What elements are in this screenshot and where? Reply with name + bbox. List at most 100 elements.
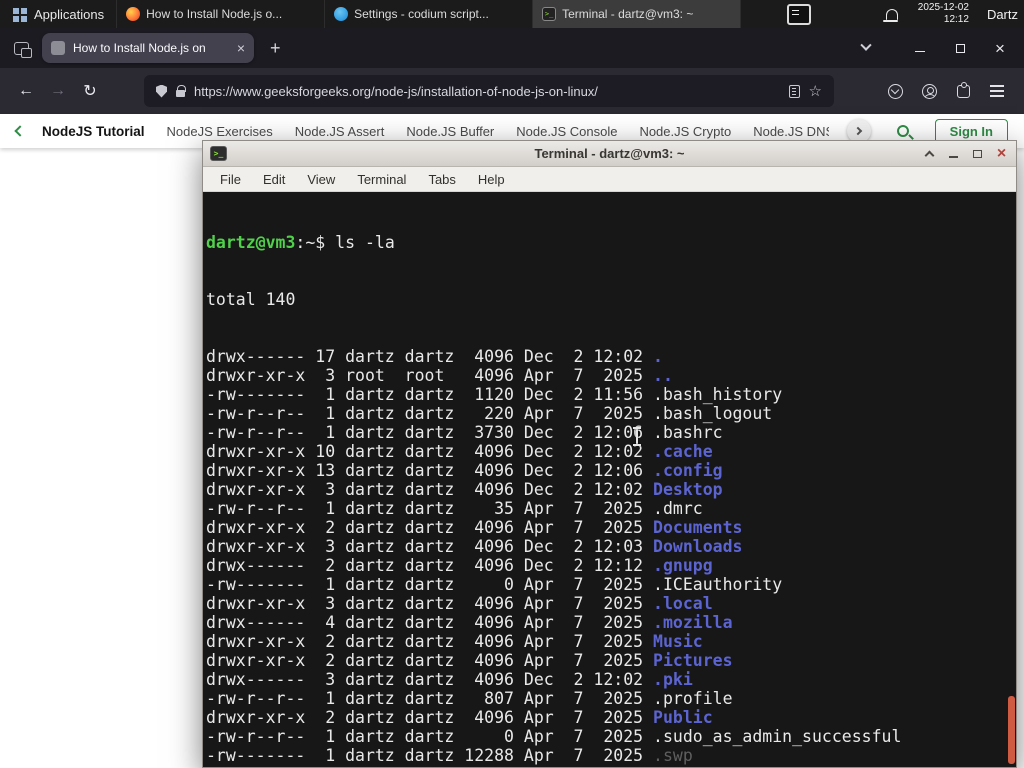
firefox-view-button[interactable]: [8, 35, 34, 61]
terminal-scrollbar[interactable]: [1007, 192, 1016, 767]
forward-button[interactable]: →: [42, 76, 74, 106]
terminal-line: drwxr-xr-x 2 dartz dartz 4096 Apr 7 2025…: [206, 632, 1016, 651]
app-menu-button[interactable]: [980, 76, 1014, 106]
terminal-window: >_ Terminal - dartz@vm3: ~ × File Edit V…: [202, 140, 1017, 768]
url-text[interactable]: https://www.geeksforgeeks.org/node-js/in…: [194, 84, 780, 99]
subnav-item-dns[interactable]: Node.JS DNS: [753, 124, 828, 139]
terminal-line: drwxr-xr-x 2 dartz dartz 4096 Apr 7 2025…: [206, 518, 1016, 537]
terminal-titlebar[interactable]: >_ Terminal - dartz@vm3: ~ ×: [203, 141, 1016, 167]
lock-icon[interactable]: [176, 84, 186, 97]
file-meta: drwxr-xr-x 2 dartz dartz 4096 Apr 7 2025: [206, 632, 654, 651]
taskbar-window-codium[interactable]: Settings - codium script...: [325, 0, 534, 28]
reload-button[interactable]: ↻: [74, 76, 106, 106]
window-close-button[interactable]: ×: [984, 34, 1016, 62]
window-maximize-button[interactable]: [944, 34, 976, 62]
tab-bar: How to Install Node.js on × + ×: [0, 28, 1024, 68]
file-meta: drwx------ 4 dartz dartz 4096 Apr 7 2025: [206, 613, 654, 632]
file-name: Pictures: [653, 651, 733, 670]
terminal-line: drwx------ 2 dartz dartz 4096 Dec 2 12:1…: [206, 556, 1016, 575]
file-meta: -rw-r--r-- 1 dartz dartz 0 Apr 7 2025: [206, 727, 654, 746]
terminal-icon: >_: [542, 7, 557, 21]
terminal-minimize-button[interactable]: [945, 145, 962, 162]
chevron-right-icon: [853, 126, 862, 136]
browser-tab[interactable]: How to Install Node.js on ×: [42, 33, 254, 63]
terminal-line: drwxr-xr-x 3 dartz dartz 4096 Dec 2 12:0…: [206, 537, 1016, 556]
clock[interactable]: 2025-12-02 12:12: [918, 2, 969, 26]
maximize-icon: [973, 149, 982, 158]
file-name: .local: [653, 594, 713, 613]
file-meta: drwxr-xr-x 2 dartz dartz 4096 Apr 7 2025: [206, 708, 654, 727]
subnav-back-chevron-icon[interactable]: [14, 125, 26, 137]
terminal-screen[interactable]: dartz@vm3:~$ ls -la total 140 drwx------…: [203, 192, 1016, 767]
panel-username: Dartz: [986, 6, 1018, 22]
file-meta: drwxr-xr-x 3 root root 4096 Apr 7 2025: [206, 366, 654, 385]
terminal-prompt-line: dartz@vm3:~$ ls -la: [206, 233, 1016, 252]
pocket-button[interactable]: [878, 76, 912, 106]
file-name: Desktop: [653, 480, 723, 499]
terminal-maximize-button[interactable]: [969, 145, 986, 162]
file-meta: -rw-r--r-- 1 dartz dartz 35 Apr 7 2025: [206, 499, 654, 518]
prompt-user: dartz@vm3: [206, 233, 296, 252]
terminal-menubar: File Edit View Terminal Tabs Help: [203, 167, 1016, 192]
subnav-item-buffer[interactable]: Node.JS Buffer: [406, 124, 494, 139]
subnav-item-crypto[interactable]: Node.JS Crypto: [639, 124, 731, 139]
applications-menu[interactable]: Applications: [0, 0, 118, 28]
menu-terminal[interactable]: Terminal: [346, 172, 417, 187]
list-all-tabs-icon[interactable]: [860, 39, 872, 51]
chevron-up-icon: [924, 150, 935, 161]
account-button[interactable]: [912, 76, 946, 106]
menu-help[interactable]: Help: [467, 172, 516, 187]
terminal-line: drwxr-xr-x 13 dartz dartz 4096 Dec 2 12:…: [206, 461, 1016, 480]
file-name: .pki: [653, 670, 693, 689]
file-name: .dmrc: [653, 499, 703, 518]
window-minimize-button[interactable]: [904, 34, 936, 62]
pocket-icon: [887, 83, 903, 99]
top-panel: Applications How to Install Node.js o...…: [0, 0, 1024, 28]
file-meta: drwxr-xr-x 2 dartz dartz 4096 Apr 7 2025: [206, 765, 653, 767]
subnav-items: NodeJS Tutorial NodeJS Exercises Node.JS…: [42, 124, 829, 139]
terminal-line: drwxr-xr-x 10 dartz dartz 4096 Dec 2 12:…: [206, 442, 1016, 461]
extensions-button[interactable]: [946, 76, 980, 106]
taskbar-window-firefox[interactable]: How to Install Node.js o...: [117, 0, 326, 28]
minimize-icon: [915, 50, 925, 53]
tray-terminal-icon[interactable]: [787, 3, 812, 25]
reader-mode-icon[interactable]: [788, 84, 800, 98]
new-tab-button[interactable]: +: [262, 38, 289, 59]
applications-icon: [12, 7, 27, 22]
menu-file[interactable]: File: [209, 172, 252, 187]
subnav-item-tutorial[interactable]: NodeJS Tutorial: [42, 124, 145, 139]
tab-close-icon[interactable]: ×: [237, 40, 245, 56]
terminal-scrollbar-thumb[interactable]: [1008, 696, 1015, 764]
file-meta: drwxr-xr-x 10 dartz dartz 4096 Dec 2 12:…: [206, 442, 654, 461]
taskbar-window-terminal[interactable]: >_ Terminal - dartz@vm3: ~: [533, 0, 742, 28]
subnav-item-assert[interactable]: Node.JS Assert: [295, 124, 385, 139]
tracking-protection-shield-icon[interactable]: [156, 84, 167, 98]
file-meta: drwxr-xr-x 3 dartz dartz 4096 Dec 2 12:0…: [206, 480, 654, 499]
file-meta: drwxr-xr-x 3 dartz dartz 4096 Apr 7 2025: [206, 594, 654, 613]
subnav-item-console[interactable]: Node.JS Console: [516, 124, 617, 139]
prompt-symbol: :~$: [295, 233, 336, 252]
file-meta: drwxr-xr-x 2 dartz dartz 4096 Apr 7 2025: [206, 651, 654, 670]
url-bar[interactable]: https://www.geeksforgeeks.org/node-js/in…: [144, 75, 834, 107]
back-button[interactable]: ←: [10, 76, 42, 106]
terminal-line: -rw------- 1 dartz dartz 1120 Dec 2 11:5…: [206, 385, 1016, 404]
file-name: .bashrc: [653, 423, 723, 442]
file-name: ..: [653, 366, 673, 385]
terminal-shade-button[interactable]: [921, 145, 938, 162]
file-name: .bash_logout: [653, 404, 773, 423]
terminal-close-button[interactable]: ×: [993, 145, 1010, 162]
menu-tabs[interactable]: Tabs: [417, 172, 466, 187]
terminal-line: -rw------- 1 dartz dartz 12288 Apr 7 202…: [206, 746, 1016, 765]
file-name: .cache: [653, 442, 713, 461]
file-name: .swp: [653, 746, 693, 765]
subnav-item-exercises[interactable]: NodeJS Exercises: [167, 124, 273, 139]
terminal-line: drwx------ 3 dartz dartz 4096 Dec 2 12:0…: [206, 670, 1016, 689]
account-icon: [921, 83, 937, 99]
mouse-cursor: [633, 427, 641, 446]
search-icon[interactable]: [896, 125, 909, 137]
bookmark-star-icon[interactable]: ☆: [809, 84, 822, 99]
menu-view[interactable]: View: [296, 172, 346, 187]
file-name: Templates: [653, 765, 742, 767]
menu-edit[interactable]: Edit: [252, 172, 296, 187]
notifications-button[interactable]: [882, 8, 898, 22]
